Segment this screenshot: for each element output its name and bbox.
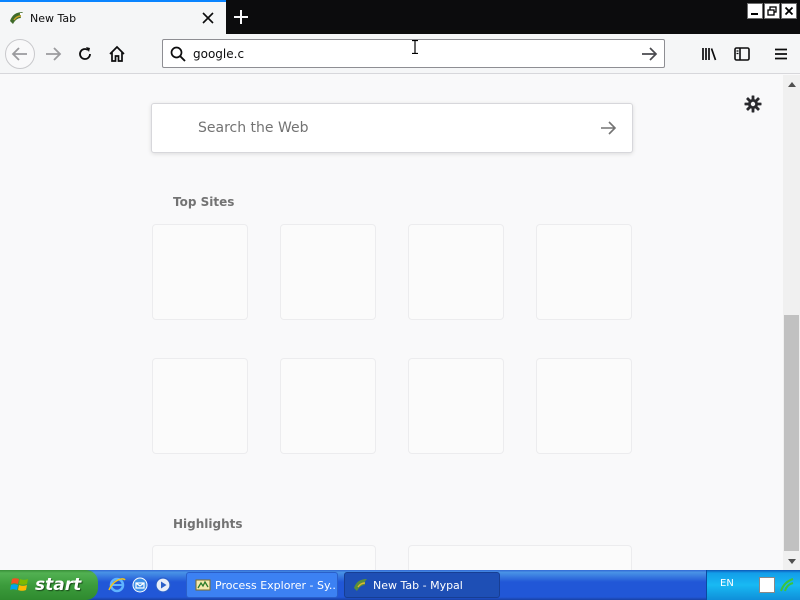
- language-indicator[interactable]: EN: [720, 578, 734, 589]
- tray-app-icon[interactable]: [759, 577, 775, 593]
- go-arrow-icon: [642, 46, 658, 61]
- minimize-icon: [751, 13, 758, 15]
- vertical-scrollbar[interactable]: [783, 75, 800, 570]
- process-explorer-icon: [195, 579, 211, 591]
- close-window-button[interactable]: [781, 3, 797, 19]
- web-search-go-button[interactable]: [596, 116, 620, 140]
- taskbar-item-label: New Tab - Mypal: [373, 578, 463, 592]
- start-label: start: [35, 575, 82, 595]
- highlights-heading: Highlights: [173, 517, 243, 531]
- mypal-icon: [354, 579, 367, 591]
- taskbar-item-label: Process Explorer - Sy...: [215, 578, 338, 592]
- plus-icon: [234, 10, 248, 24]
- scroll-up-button[interactable]: [783, 75, 800, 92]
- text-cursor-icon: [412, 40, 418, 54]
- taskbar-item-process-explorer[interactable]: Process Explorer - Sy...: [186, 572, 338, 598]
- internet-explorer-icon[interactable]: [108, 576, 126, 594]
- top-site-tile[interactable]: [408, 358, 504, 454]
- tab-title: New Tab: [30, 11, 77, 25]
- minimize-button[interactable]: [747, 3, 763, 19]
- top-sites-heading: Top Sites: [173, 195, 235, 209]
- scroll-down-arrow-icon: [787, 558, 796, 564]
- top-site-tile[interactable]: [280, 224, 376, 320]
- outlook-express-icon[interactable]: [131, 576, 149, 594]
- taskbar-item-mypal[interactable]: New Tab - Mypal: [344, 572, 500, 598]
- forward-arrow-icon: [46, 47, 62, 61]
- sidebar-icon: [734, 47, 750, 61]
- reload-button[interactable]: [71, 40, 99, 68]
- scroll-up-arrow-icon: [787, 81, 796, 87]
- web-search-box[interactable]: [151, 103, 633, 153]
- url-go-button[interactable]: [638, 43, 660, 65]
- go-arrow-icon: [601, 121, 617, 135]
- scroll-thumb[interactable]: [784, 315, 799, 551]
- library-icon: [702, 48, 717, 61]
- web-search-input[interactable]: [198, 120, 596, 136]
- windows-taskbar: start Process Explorer - Sy... New Tab -…: [0, 570, 800, 600]
- tab-close-icon[interactable]: [200, 10, 216, 26]
- gear-icon[interactable]: [744, 95, 762, 113]
- forward-button[interactable]: [39, 40, 67, 68]
- hamburger-menu-icon: [775, 48, 787, 60]
- network-icon[interactable]: [779, 577, 795, 593]
- start-button[interactable]: start: [0, 570, 98, 600]
- top-site-tile[interactable]: [408, 224, 504, 320]
- top-site-tile[interactable]: [152, 224, 248, 320]
- scroll-track[interactable]: [783, 92, 800, 315]
- back-arrow-icon: [11, 47, 27, 61]
- navigation-toolbar: [0, 34, 800, 74]
- reload-icon: [79, 47, 91, 60]
- top-site-tile[interactable]: [536, 224, 632, 320]
- back-button[interactable]: [5, 39, 35, 69]
- menu-button[interactable]: [767, 40, 795, 68]
- top-site-tile[interactable]: [152, 358, 248, 454]
- tab-new-tab[interactable]: New Tab: [0, 0, 226, 34]
- media-player-icon[interactable]: [154, 576, 172, 594]
- top-site-tile[interactable]: [280, 358, 376, 454]
- sidebar-button[interactable]: [728, 40, 756, 68]
- restore-icon: [767, 6, 777, 16]
- restore-button[interactable]: [764, 3, 780, 19]
- top-site-tile[interactable]: [536, 358, 632, 454]
- home-button[interactable]: [103, 40, 131, 68]
- windows-flag-icon: [10, 578, 28, 591]
- close-icon: [784, 6, 794, 16]
- scroll-down-button[interactable]: [783, 553, 800, 570]
- new-tab-button[interactable]: [229, 5, 253, 29]
- library-button[interactable]: [696, 40, 724, 68]
- tab-strip: New Tab: [0, 0, 800, 34]
- home-icon: [109, 45, 125, 62]
- system-tray: EN: [706, 570, 800, 600]
- search-icon: [170, 46, 186, 62]
- mypal-favicon-icon: [10, 12, 23, 24]
